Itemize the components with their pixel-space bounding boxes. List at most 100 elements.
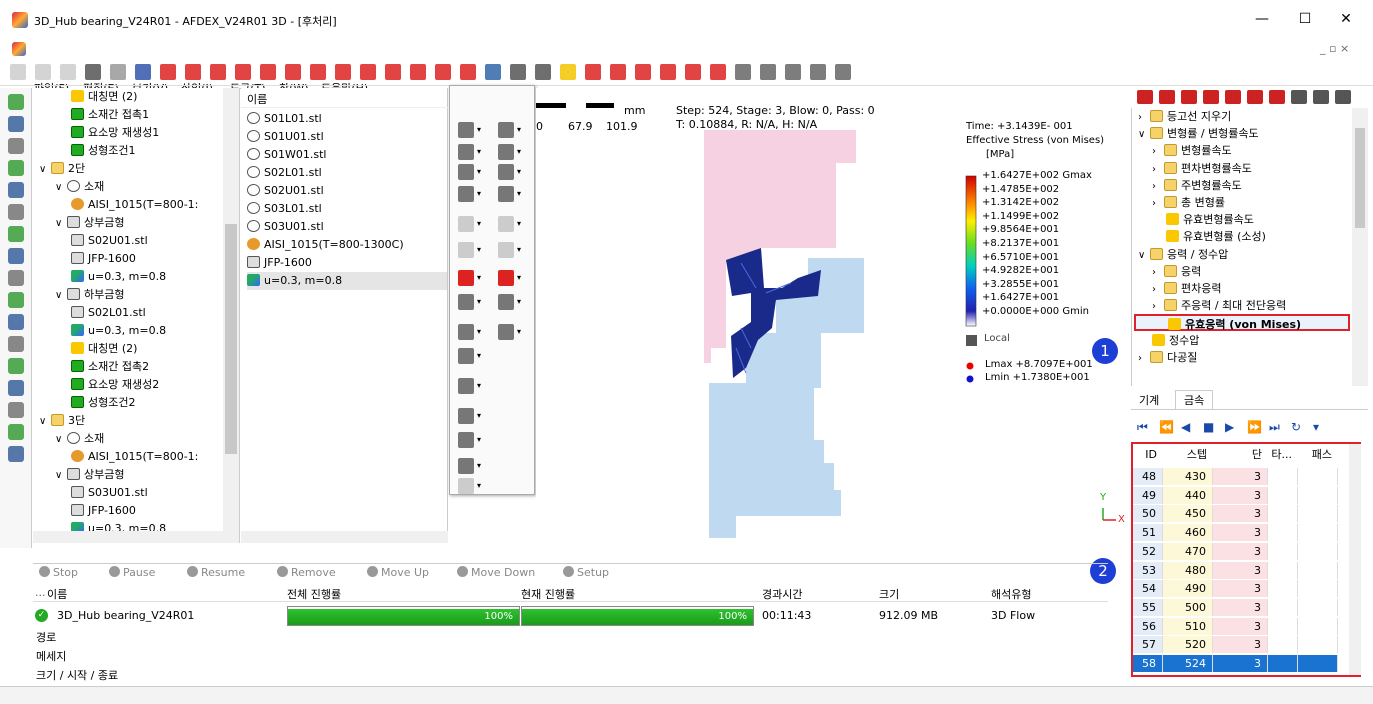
tab-metal[interactable]: 금속 [1175,390,1214,409]
palette-tool-icon[interactable] [458,348,474,364]
player-button-icon[interactable]: ⏭ [1269,420,1280,435]
expand-chevron-icon[interactable]: › [1152,195,1164,212]
toolbar-icon-21[interactable] [535,64,551,80]
tree-item[interactable]: 요소망 재생성2 [71,376,159,394]
tree-item[interactable]: 요소망 재생성1 [71,124,159,142]
left-tool-icon-6[interactable] [8,226,24,242]
dropdown-arrow-icon[interactable]: ▾ [477,411,481,420]
dropdown-arrow-icon[interactable]: ▾ [517,167,521,176]
expand-chevron-icon[interactable]: ∨ [55,431,67,449]
table-row[interactable]: 57 520 3 [1133,636,1359,654]
toolbar-icon-4[interactable] [110,64,126,80]
tab-machine[interactable]: 기계 [1139,392,1159,408]
header-blow[interactable]: 타... [1268,446,1298,463]
list-item[interactable]: S01U01.stl [247,128,447,146]
palette-tool-icon[interactable] [458,294,474,310]
result-tree-item[interactable]: › 다공질 [1138,349,1197,366]
toolbar-icon-15[interactable] [385,64,401,80]
expand-chevron-icon[interactable]: ∨ [55,467,67,485]
toolbar-icon-23[interactable] [585,64,601,80]
job-row[interactable]: ✓ 3D_Hub bearing_V24R01 100% 100% 00:11:… [33,606,1108,626]
left-tool-icon-12[interactable] [8,358,24,374]
palette-tool-icon[interactable] [458,378,474,394]
palette-tool-icon[interactable] [458,122,474,138]
palette-tool-icon[interactable] [498,216,514,232]
dropdown-arrow-icon[interactable]: ▾ [477,189,481,198]
tree-item[interactable]: 소재간 접촉1 [71,106,149,124]
left-tool-icon-8[interactable] [8,270,24,286]
toolbar-icon-14[interactable] [360,64,376,80]
header-id[interactable]: ID [1133,446,1163,463]
left-tool-icon-5[interactable] [8,204,24,220]
result-tool-icon[interactable] [1247,90,1263,104]
palette-tool-icon[interactable] [458,216,474,232]
result-tool-icon[interactable] [1225,90,1241,104]
job-pause-button[interactable]: Pause [109,566,155,579]
palette-tool-icon[interactable] [458,478,474,494]
job-stop-button[interactable]: Stop [39,566,78,579]
table-row[interactable]: 58 524 3 [1133,655,1359,672]
result-tree-item[interactable]: › 주변형률속도 [1152,177,1242,194]
dropdown-arrow-icon[interactable]: ▾ [517,327,521,336]
result-tree-item[interactable]: 유효응력 (von Mises) [1134,314,1350,332]
dropdown-arrow-icon[interactable]: ▾ [517,125,521,134]
result-tree-item[interactable]: ∨ 변형률 / 변형률속도 [1138,125,1259,142]
header-step[interactable]: 스텝 [1163,446,1213,463]
toolbar-icon-0[interactable] [10,64,26,80]
result-tree-item[interactable]: › 주응력 / 최대 전단응력 [1152,297,1286,314]
maximize-button[interactable]: ☐ [1290,8,1320,30]
dropdown-arrow-icon[interactable]: ▾ [477,219,481,228]
dropdown-arrow-icon[interactable]: ▾ [517,245,521,254]
dropdown-arrow-icon[interactable]: ▾ [477,461,481,470]
expand-chevron-icon[interactable]: ∨ [55,287,67,305]
expand-chevron-icon[interactable]: ∨ [55,179,67,197]
table-row[interactable]: 55 500 3 [1133,598,1359,616]
job-column-header[interactable]: 이름 [47,586,67,602]
result-tree-item[interactable]: › 총 변형률 [1152,194,1225,211]
job-column-header[interactable]: 전체 진행률 [287,586,341,602]
expand-chevron-icon[interactable]: › [1152,178,1164,195]
palette-tool-icon[interactable] [458,144,474,160]
expand-chevron-icon[interactable]: ∨ [55,215,67,233]
toolbar-icon-3[interactable] [85,64,101,80]
palette-tool-icon[interactable] [458,324,474,340]
palette-tool-icon[interactable] [458,432,474,448]
table-row[interactable]: 54 490 3 [1133,580,1359,598]
toolbar-icon-28[interactable] [710,64,726,80]
list-item[interactable]: S03U01.stl [247,218,447,236]
dropdown-arrow-icon[interactable]: ▾ [477,125,481,134]
minimize-button[interactable]: — [1247,8,1277,30]
table-row[interactable]: 52 470 3 [1133,542,1359,560]
expand-chevron-icon[interactable]: ∨ [1138,126,1150,143]
result-tree-item[interactable]: 유효변형률속도 [1166,211,1254,228]
dropdown-arrow-icon[interactable]: ▾ [517,273,521,282]
toolbar-icon-9[interactable] [235,64,251,80]
result-tree-item[interactable]: › 변형률속도 [1152,142,1232,159]
tree-item[interactable]: ∨ 3단 [39,412,85,430]
list-item[interactable]: S01L01.stl [247,110,447,128]
toolbar-icon-24[interactable] [610,64,626,80]
toolbar-icon-5[interactable] [135,64,151,80]
left-tool-icon-9[interactable] [8,292,24,308]
toolbar-icon-20[interactable] [510,64,526,80]
tree-item[interactable]: JFP-1600 [71,250,136,268]
table-row[interactable]: 53 480 3 [1133,561,1359,579]
toolbar-icon-18[interactable] [460,64,476,80]
toolbar-icon-17[interactable] [435,64,451,80]
tree-item[interactable]: 성형조건2 [71,394,135,412]
toolbar-icon-10[interactable] [260,64,276,80]
expand-chevron-icon[interactable]: ∨ [1138,247,1150,264]
tree-item[interactable]: ∨ 상부금형 [55,466,124,484]
toolbar-icon-30[interactable] [760,64,776,80]
palette-tool-icon[interactable] [458,408,474,424]
tree-item[interactable]: JFP-1600 [71,502,136,520]
palette-tool-icon[interactable] [458,186,474,202]
job-move-down-button[interactable]: Move Down [457,566,535,579]
left-tool-icon-1[interactable] [8,116,24,132]
left-tool-icon-10[interactable] [8,314,24,330]
result-tool-icon[interactable] [1181,90,1197,104]
job-resume-button[interactable]: Resume [187,566,245,579]
result-tool-icon[interactable] [1269,90,1285,104]
expand-chevron-icon[interactable]: ∨ [39,413,51,431]
table-row[interactable]: 49 440 3 [1133,486,1359,504]
